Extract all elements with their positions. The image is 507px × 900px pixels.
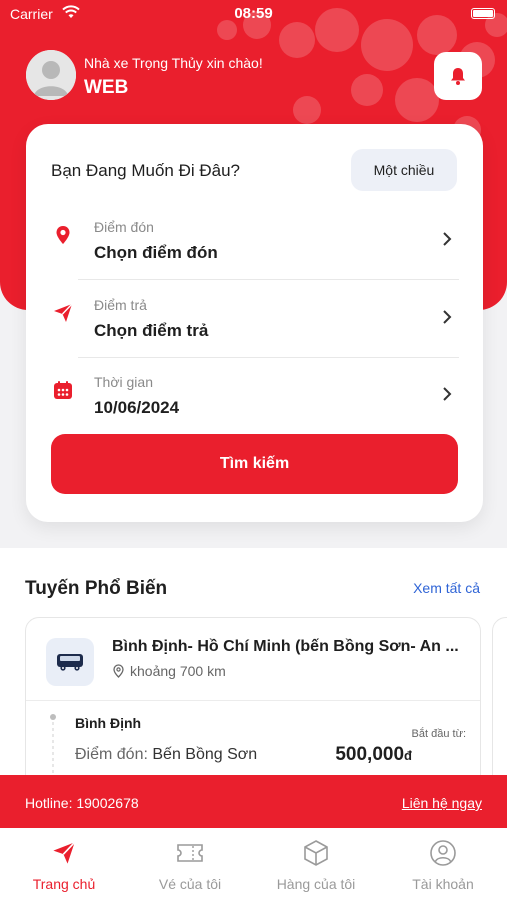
calendar-icon	[54, 381, 72, 399]
pickup-point-label: Điểm đón:	[75, 746, 148, 763]
status-bar: Carrier 08:59	[0, 0, 507, 28]
pickup-label: Điểm đón	[94, 219, 154, 235]
popular-routes-section: Tuyến Phổ Biến Xem tất cả Bình Định- Hồ …	[0, 548, 507, 817]
divider	[78, 279, 459, 280]
tab-my-tickets-label: Vé của tôi	[158, 876, 222, 892]
see-all-link[interactable]: Xem tất cả	[413, 580, 480, 596]
pickup-field[interactable]: Điểm đón Chọn điểm đón	[26, 204, 483, 280]
location-pin-icon	[56, 226, 70, 244]
avatar-placeholder-icon	[26, 50, 76, 100]
start-from-label: Bắt đầu từ:	[411, 728, 466, 740]
chevron-right-icon	[443, 310, 452, 324]
battery-icon	[471, 8, 495, 19]
hotline-bar: Hotline: 19002678 Liên hệ ngay	[0, 775, 507, 828]
username: WEB	[84, 77, 129, 98]
chevron-right-icon	[443, 387, 452, 401]
card-title: Bạn Đang Muốn Đi Đâu?	[51, 161, 241, 180]
route-distance: khoảng 700 km	[112, 663, 226, 679]
currency-symbol: đ	[404, 748, 412, 763]
dropoff-label: Điểm trả	[94, 297, 147, 313]
dropoff-field[interactable]: Điểm trả Chọn điểm trả	[26, 282, 483, 358]
greeting-text: Nhà xe Trọng Thủy xin chào!	[84, 55, 263, 71]
avatar[interactable]	[26, 50, 76, 100]
clock: 08:59	[234, 5, 273, 22]
dropoff-value: Chọn điểm trả	[94, 321, 209, 340]
divider	[78, 357, 459, 358]
package-icon	[304, 840, 328, 866]
bus-icon	[57, 654, 83, 671]
tab-my-packages[interactable]: Hàng của tôi	[253, 836, 379, 892]
search-button[interactable]: Tìm kiếm	[51, 434, 458, 494]
search-card: Bạn Đang Muốn Đi Đâu? Một chiều Điểm đón…	[26, 124, 483, 522]
distance-text: khoảng 700 km	[130, 663, 226, 679]
section-title: Tuyến Phổ Biến	[25, 578, 168, 599]
route-name: Bình Định- Hồ Chí Minh (bến Bồng Sơn- An…	[112, 638, 459, 655]
bus-thumbnail	[46, 638, 94, 686]
route-price: 500,000đ	[335, 744, 412, 766]
pickup-point: Điểm đón: Bến Bồng Sơn	[75, 746, 257, 764]
date-label: Thời gian	[94, 374, 153, 390]
tab-account[interactable]: Tài khoản	[380, 836, 506, 892]
bottom-tab-bar: Trang chủ Vé của tôi Hàng của tôi Tài kh…	[0, 828, 507, 900]
tab-account-label: Tài khoản	[412, 876, 474, 892]
date-value: 10/06/2024	[94, 398, 180, 417]
tab-home-label: Trang chủ	[32, 876, 96, 892]
chevron-right-icon	[443, 232, 452, 246]
tab-home[interactable]: Trang chủ	[1, 836, 127, 892]
origin-city: Bình Định	[75, 715, 142, 731]
paper-plane-icon	[53, 841, 76, 864]
ticket-icon	[177, 844, 203, 862]
location-outline-icon	[113, 664, 124, 678]
trip-type-toggle[interactable]: Một chiều	[351, 149, 457, 191]
tab-my-tickets[interactable]: Vé của tôi	[127, 836, 253, 892]
pickup-value: Chọn điểm đón	[94, 243, 218, 262]
bell-icon	[451, 68, 465, 85]
paper-plane-icon	[54, 303, 73, 322]
pickup-point-value: Bến Bồng Sơn	[152, 746, 258, 763]
price-value: 500,000	[335, 744, 405, 765]
date-field[interactable]: Thời gian 10/06/2024	[26, 359, 483, 435]
divider	[26, 700, 480, 701]
hotline-text: Hotline: 19002678	[25, 795, 139, 811]
tab-my-packages-label: Hàng của tôi	[276, 876, 356, 892]
notification-button[interactable]	[434, 52, 482, 100]
user-circle-icon	[430, 840, 456, 866]
contact-link[interactable]: Liên hệ ngay	[402, 795, 482, 811]
